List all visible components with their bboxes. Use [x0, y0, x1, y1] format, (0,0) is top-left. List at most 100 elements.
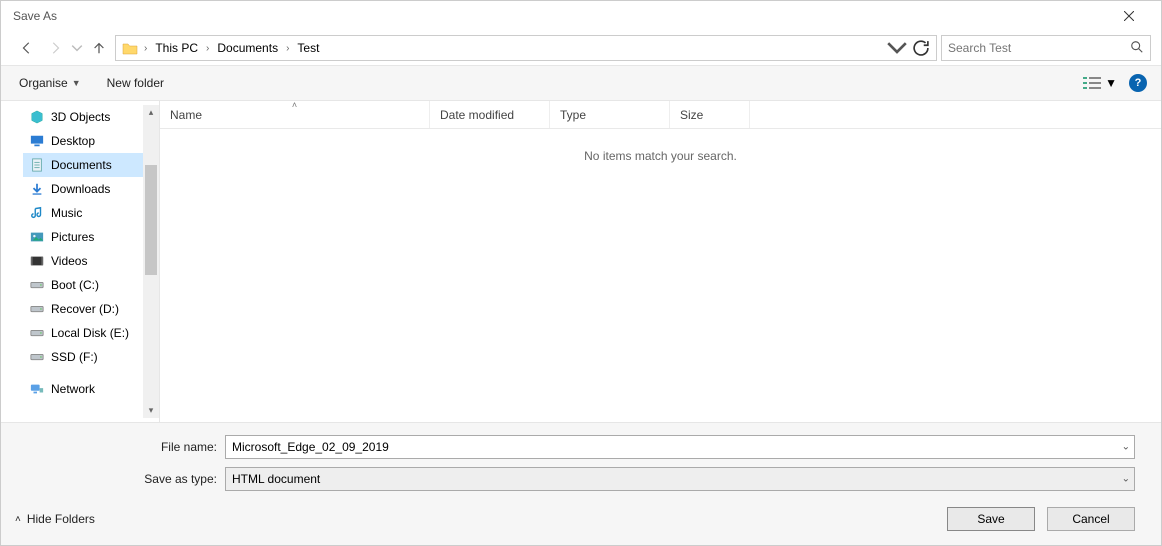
tree-item[interactable]: Local Disk (E:) — [23, 321, 159, 345]
refresh-button[interactable] — [910, 37, 932, 59]
tree-item[interactable]: Boot (C:) — [23, 273, 159, 297]
tree-label: Boot (C:) — [51, 278, 99, 292]
col-type[interactable]: Type — [550, 101, 670, 128]
savetype-value: HTML document — [232, 472, 320, 486]
hide-folders-toggle[interactable]: ˄ Hide Folders — [15, 512, 95, 526]
scroll-down-icon: ▾ — [147, 405, 155, 416]
save-form: File name: ⌄ Save as type: HTML document… — [1, 422, 1161, 497]
new-folder-button[interactable]: New folder — [103, 72, 168, 94]
button-label: Save — [977, 512, 1004, 526]
tree-label: 3D Objects — [51, 110, 110, 124]
sort-asc-icon: ˄ — [292, 101, 297, 110]
organise-button[interactable]: Organise ▼ — [15, 72, 85, 94]
network-icon — [29, 381, 45, 397]
search-box[interactable] — [941, 35, 1151, 61]
save-button[interactable]: Save — [947, 507, 1035, 531]
col-label: Date modified — [440, 108, 514, 122]
address-bar[interactable]: › This PC › Documents › Test — [115, 35, 937, 61]
chevron-down-icon — [886, 41, 908, 54]
chevron-down-icon — [71, 41, 83, 55]
download-icon — [29, 181, 45, 197]
col-size[interactable]: Size — [670, 101, 750, 128]
col-date[interactable]: Date modified — [430, 101, 550, 128]
recent-dropdown[interactable] — [71, 36, 83, 60]
drive-icon — [29, 325, 45, 341]
close-button[interactable] — [1107, 1, 1151, 31]
tree-label: Recover (D:) — [51, 302, 119, 316]
button-label: Cancel — [1072, 512, 1109, 526]
savetype-combo[interactable]: HTML document ⌄ — [225, 467, 1135, 491]
drive-icon — [29, 349, 45, 365]
tree-item[interactable]: Videos — [23, 249, 159, 273]
arrow-right-icon — [48, 41, 62, 55]
back-button[interactable] — [15, 36, 39, 60]
scroll-up-icon: ▴ — [147, 107, 155, 118]
breadcrumb-label: Test — [297, 41, 319, 55]
tree-item[interactable]: Documents — [23, 153, 159, 177]
tree-label: Documents — [51, 158, 112, 172]
address-dropdown[interactable] — [886, 37, 908, 59]
toolbar: Organise ▼ New folder ▼ ? — [1, 65, 1161, 101]
tree-label: Local Disk (E:) — [51, 326, 129, 340]
filename-label: File name: — [1, 440, 217, 454]
hide-folders-label: Hide Folders — [27, 512, 95, 526]
search-input[interactable] — [948, 41, 1130, 55]
tree-item[interactable]: SSD (F:) — [23, 345, 159, 369]
empty-text: No items match your search. — [584, 149, 737, 163]
nav-row: › This PC › Documents › Test — [1, 31, 1161, 65]
body: 3D Objects Desktop Documents Downloads Music… — [1, 101, 1161, 422]
cancel-button[interactable]: Cancel — [1047, 507, 1135, 531]
breadcrumb-sep: › — [284, 43, 291, 54]
3d-icon — [29, 109, 45, 125]
organise-label: Organise — [19, 76, 68, 90]
tree-item[interactable]: Desktop — [23, 129, 159, 153]
tree-item[interactable]: Recover (D:) — [23, 297, 159, 321]
tree-scrollbar[interactable]: ▴ ▾ — [143, 105, 159, 418]
arrow-left-icon — [20, 41, 34, 55]
tree-item[interactable]: 3D Objects — [23, 105, 159, 129]
tree-label: Network — [51, 382, 95, 396]
breadcrumb-label: Documents — [217, 41, 278, 55]
col-label: Type — [560, 108, 586, 122]
breadcrumb-item[interactable]: Test — [293, 36, 323, 60]
tree-label: Desktop — [51, 134, 95, 148]
window-title: Save As — [13, 9, 57, 23]
view-button[interactable]: ▼ — [1083, 76, 1117, 90]
tree-item[interactable]: Music — [23, 201, 159, 225]
tree-item-network[interactable]: Network — [23, 377, 159, 401]
video-icon — [29, 253, 45, 269]
search-icon — [1130, 40, 1144, 57]
col-label: Size — [680, 108, 703, 122]
breadcrumb-sep: › — [204, 43, 211, 54]
filename-input[interactable] — [232, 440, 1128, 454]
up-button[interactable] — [87, 36, 111, 60]
folder-tree: 3D Objects Desktop Documents Downloads Music… — [1, 101, 159, 422]
new-folder-label: New folder — [107, 76, 164, 90]
column-headers: Name ˄ Date modified Type Size — [160, 101, 1161, 129]
close-icon — [1124, 11, 1134, 21]
chevron-up-icon: ˄ — [15, 514, 21, 525]
drive-icon — [29, 277, 45, 293]
tree-item[interactable]: Pictures — [23, 225, 159, 249]
breadcrumb-item[interactable]: This PC — [151, 36, 202, 60]
caret-down-icon: ▼ — [1105, 76, 1117, 90]
drive-icon — [29, 301, 45, 317]
breadcrumb-label: This PC — [155, 41, 198, 55]
tree-label: Pictures — [51, 230, 94, 244]
dropdown-icon[interactable]: ⌄ — [1122, 474, 1130, 485]
breadcrumb-item[interactable]: Documents — [213, 36, 282, 60]
help-button[interactable]: ? — [1129, 74, 1147, 92]
view-list-icon — [1083, 76, 1101, 90]
tree-label: Downloads — [51, 182, 110, 196]
col-name[interactable]: Name ˄ — [160, 101, 430, 128]
footer: ˄ Hide Folders Save Cancel — [1, 497, 1161, 545]
tree-item[interactable]: Downloads — [23, 177, 159, 201]
forward-button[interactable] — [43, 36, 67, 60]
folder-icon — [120, 38, 140, 58]
dropdown-icon[interactable]: ⌄ — [1122, 442, 1130, 453]
tree-label: Music — [51, 206, 82, 220]
filename-combo[interactable]: ⌄ — [225, 435, 1135, 459]
scroll-thumb[interactable] — [145, 165, 157, 275]
caret-down-icon: ▼ — [72, 78, 81, 88]
tree-label: SSD (F:) — [51, 350, 98, 364]
